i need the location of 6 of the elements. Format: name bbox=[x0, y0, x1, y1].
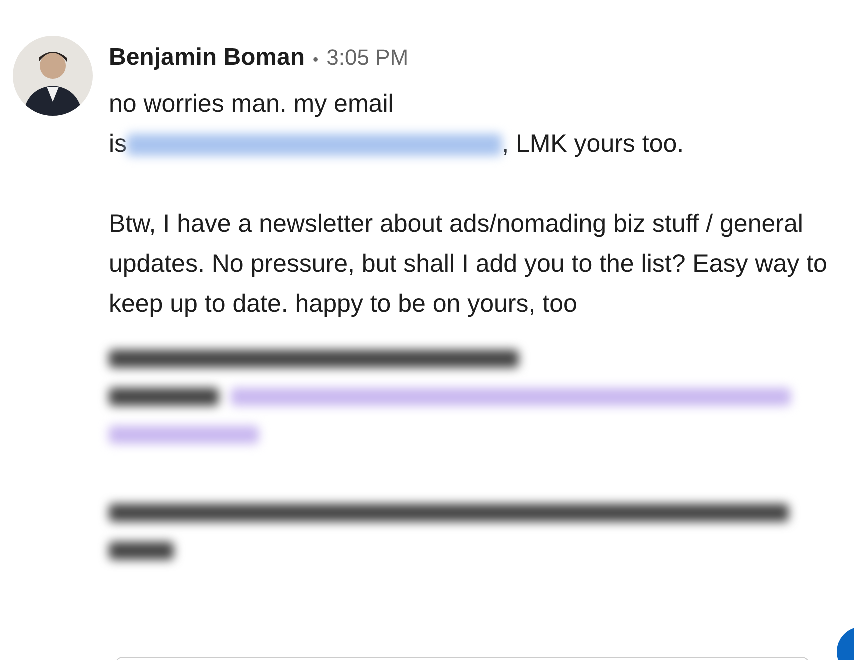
blurred-text bbox=[109, 542, 174, 560]
message-text: Btw, I have a newsletter about ads/nomading biz stuff / general updates. No pressure, but shall I add you to the list? Easy way to keep up to date. happy to be on yours, too bbox=[109, 209, 828, 320]
separator: • bbox=[313, 51, 319, 71]
sender-name[interactable]: Benjamin Boman bbox=[109, 40, 306, 76]
message-time: 3:05 PM bbox=[326, 44, 409, 72]
message-text: no worries man. my email is , LMK yours too. bbox=[109, 89, 686, 160]
